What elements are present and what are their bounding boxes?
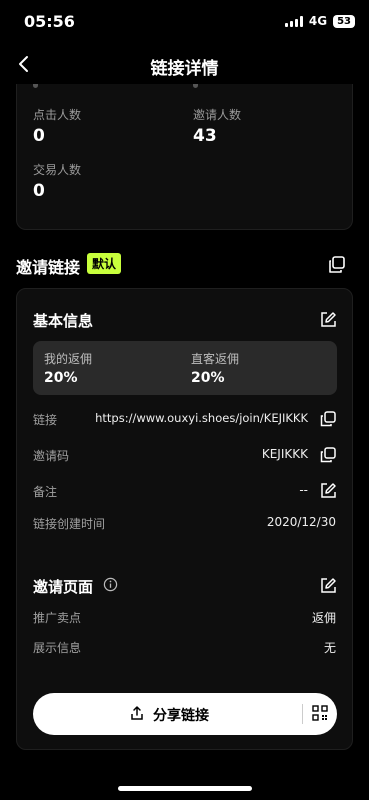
display-info-value: 无 [323, 641, 336, 655]
display-info-label: 展示信息 [33, 641, 82, 655]
edit-invite-page-icon[interactable] [319, 577, 337, 595]
invite-code-value: KEJIKKK [261, 447, 308, 461]
created-time-value: 2020/12/30 [266, 515, 336, 529]
promo-value: 返佣 [311, 611, 336, 625]
battery-icon: 53 [333, 14, 355, 28]
home-indicator [118, 786, 252, 791]
copy-code-icon[interactable] [319, 446, 337, 464]
note-label: 备注 [33, 485, 58, 499]
info-icon[interactable] [103, 577, 118, 592]
share-link-button[interactable]: 分享链接 [33, 693, 337, 735]
share-divider [302, 704, 303, 724]
stats-card: 点击人数 0 邀请人数 43 交易人数 0 [16, 84, 353, 230]
invite-count-value: 43 [193, 126, 217, 146]
link-label: 链接 [33, 413, 58, 427]
signal-icon [284, 15, 303, 27]
status-time: 05:56 [24, 12, 75, 31]
direct-rebate-value: 20% [191, 370, 225, 386]
trade-count-label: 交易人数 [33, 163, 82, 177]
edit-note-icon[interactable] [319, 482, 337, 500]
network-label: 4G [308, 14, 328, 28]
promo-label: 推广卖点 [33, 611, 82, 625]
basic-info-title: 基本信息 [33, 312, 94, 330]
qr-code-icon[interactable] [312, 705, 328, 721]
my-rebate-label: 我的返佣 [44, 352, 93, 366]
status-indicators: 4G 53 [284, 14, 355, 28]
invite-link-title: 邀请链接 [16, 258, 81, 277]
link-value: https://www.ouxyi.shoes/join/KEJIKKK [95, 411, 308, 425]
invite-page-title: 邀请页面 [33, 578, 94, 596]
share-link-label: 分享链接 [153, 708, 209, 724]
copy-link-icon[interactable] [319, 410, 337, 428]
direct-rebate-label: 直客返佣 [191, 352, 240, 366]
share-icon [131, 706, 143, 720]
my-rebate-value: 20% [44, 370, 78, 386]
click-count-value: 0 [33, 126, 45, 146]
invite-code-label: 邀请码 [33, 449, 70, 463]
link-detail-card: 基本信息 我的返佣 20% 直客返佣 20% 链接 https://www.ou… [16, 288, 353, 750]
click-count-label: 点击人数 [33, 108, 82, 122]
note-value: -- [299, 483, 308, 497]
page-title: 链接详情 [150, 59, 219, 79]
invite-count-label: 邀请人数 [193, 108, 242, 122]
rebate-box: 我的返佣 20% 直客返佣 20% [33, 341, 337, 395]
default-badge: 默认 [87, 253, 122, 274]
copy-icon[interactable] [327, 255, 347, 275]
created-time-label: 链接创建时间 [33, 517, 106, 531]
edit-icon[interactable] [319, 311, 337, 329]
trade-count-value: 0 [33, 181, 45, 201]
